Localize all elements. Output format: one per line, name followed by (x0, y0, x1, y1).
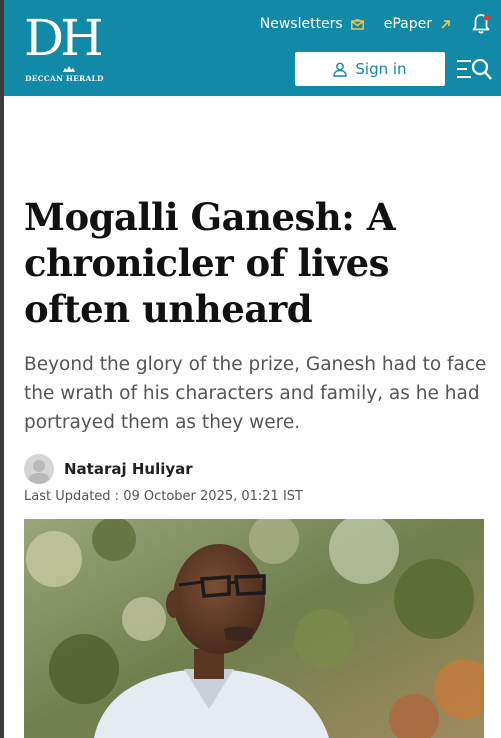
article-summary: Beyond the glory of the prize, Ganesh ha… (24, 354, 487, 433)
logo-mark: DH (24, 9, 104, 67)
author-avatar (24, 454, 54, 484)
author-name[interactable]: Nataraj Huliyar (64, 460, 193, 478)
logo-emblem-icon (63, 66, 75, 72)
sign-in-button[interactable]: Sign in (295, 52, 445, 86)
article-headline: Mogalli Ganesh: A chronicler of lives of… (24, 195, 396, 331)
newsletters-link[interactable]: Newsletters (260, 16, 364, 32)
logo-subtext: DECCAN HERALD (25, 74, 104, 83)
user-icon (333, 62, 348, 77)
bell-icon[interactable] (471, 13, 491, 35)
hero-image (24, 519, 484, 738)
newsletters-label: Newsletters (259, 16, 343, 32)
top-links: Newsletters ePaper (260, 12, 491, 36)
avatar-placeholder-icon (27, 460, 51, 484)
author-byline[interactable]: Nataraj Huliyar (24, 453, 193, 485)
mail-icon (350, 18, 364, 30)
last-updated: Last Updated : 09 October 2025, 01:21 IS… (24, 489, 303, 504)
arrow-up-right-icon (441, 19, 450, 29)
epaper-label: ePaper (383, 16, 432, 32)
page: DH DECCAN HERALD Newsletters ePaper Sign… (4, 0, 501, 738)
site-header: DH DECCAN HERALD Newsletters ePaper Sign… (4, 0, 501, 96)
epaper-link[interactable]: ePaper (384, 16, 451, 32)
menu-search-icon[interactable] (456, 56, 492, 82)
sign-in-label: Sign in (355, 60, 407, 78)
hero-photo (24, 519, 484, 738)
deccan-herald-logo[interactable]: DH DECCAN HERALD (24, 10, 114, 86)
